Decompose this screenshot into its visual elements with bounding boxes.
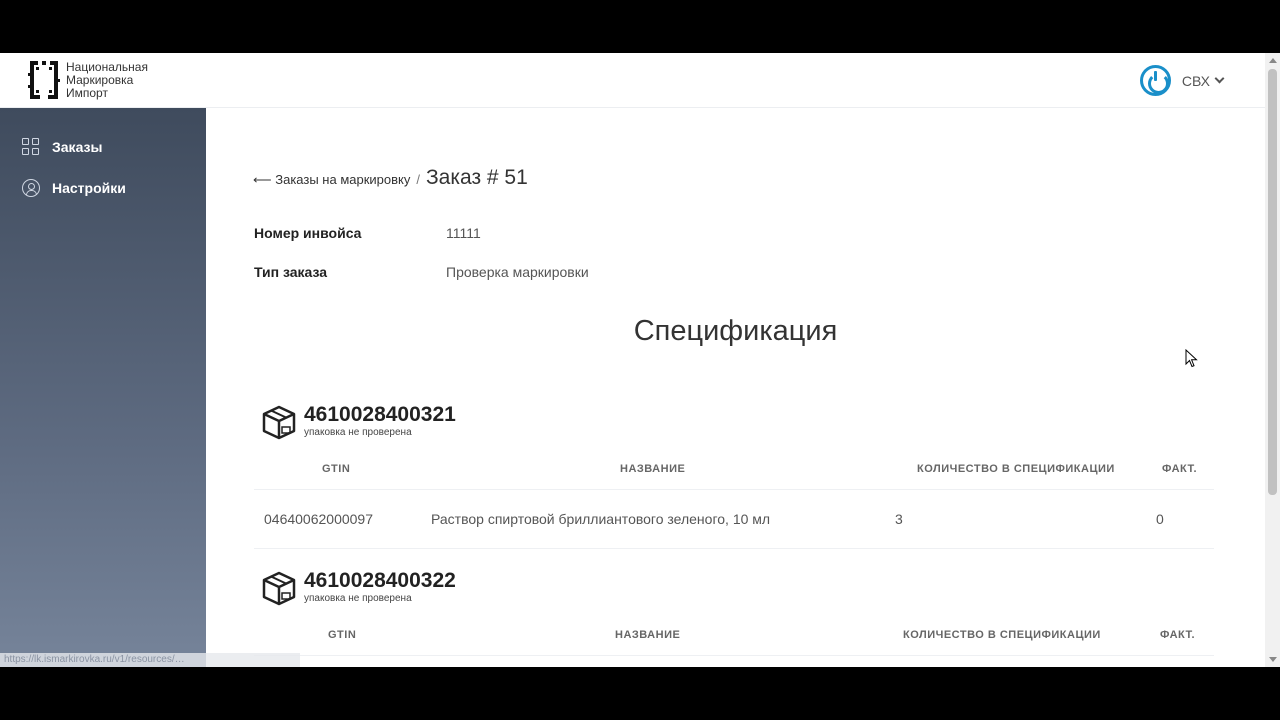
box-header: 4610028400322 упаковка не проверена — [260, 569, 456, 607]
column-header-name: НАЗВАНИЕ — [615, 629, 681, 641]
breadcrumb-separator: / — [416, 172, 420, 187]
logo-line-3: Импорт — [66, 85, 108, 100]
row-divider — [254, 489, 1214, 490]
box-status: упаковка не проверена — [304, 427, 412, 438]
sidebar-item-orders[interactable]: Заказы — [22, 138, 102, 156]
scroll-down-icon[interactable] — [1269, 657, 1277, 662]
breadcrumb-back-link[interactable]: ⟵ Заказы на маркировку — [253, 172, 410, 188]
grid-icon — [22, 138, 40, 156]
row-divider — [254, 548, 1214, 549]
app-window: Национальная Маркировка Импорт СВХ Заказ… — [0, 53, 1280, 667]
row-divider — [254, 655, 1214, 656]
top-header: Национальная Маркировка Импорт СВХ — [0, 53, 1265, 108]
invoice-label: Номер инвойса — [254, 225, 362, 241]
invoice-value: 11111 — [446, 225, 481, 241]
column-header-fact: ФАКТ. — [1160, 629, 1196, 641]
main-content: ⟵ Заказы на маркировку / Заказ # 51 Номе… — [206, 108, 1265, 667]
user-name: СВХ — [1181, 72, 1210, 89]
cell-fact: 0 — [1156, 511, 1164, 527]
logo-text: Национальная Маркировка Импорт — [66, 59, 148, 100]
sidebar-item-label: Настройки — [52, 180, 126, 196]
order-type-value: Проверка маркировки — [446, 264, 589, 280]
mouse-cursor-icon — [1185, 349, 1198, 368]
cell-name: Раствор спиртовой бриллиантового зеленог… — [431, 511, 771, 527]
user-circle-icon — [22, 179, 40, 197]
sidebar-item-settings[interactable]: Настройки — [22, 179, 126, 197]
column-header-gtin: GTIN — [322, 463, 351, 475]
user-menu[interactable]: СВХ — [1139, 65, 1225, 96]
vertical-scrollbar[interactable] — [1265, 53, 1280, 667]
column-header-name: НАЗВАНИЕ — [620, 463, 686, 475]
scroll-up-icon[interactable] — [1269, 58, 1277, 63]
chevron-down-icon — [1214, 73, 1225, 84]
power-icon — [1139, 65, 1171, 96]
box-icon — [262, 571, 296, 606]
sidebar: Заказы Настройки — [0, 108, 206, 667]
logo-line-2: Маркировка — [66, 72, 134, 87]
column-header-qty: КОЛИЧЕСТВО В СПЕЦИФИКАЦИИ — [903, 629, 1101, 641]
logo-mark-icon — [28, 61, 60, 99]
logo[interactable]: Национальная Маркировка Импорт — [28, 59, 148, 101]
box-code: 4610028400321 — [304, 403, 456, 426]
scrollbar-thumb[interactable] — [1268, 69, 1277, 495]
box-code: 4610028400322 — [304, 569, 456, 592]
link-status-bar: https://lk.ismarkirovka.ru/v1/resources/… — [0, 653, 300, 667]
page-title: Заказ # 51 — [426, 166, 528, 189]
column-header-fact: ФАКТ. — [1162, 463, 1198, 475]
column-header-gtin: GTIN — [328, 629, 357, 641]
order-type-label: Тип заказа — [254, 264, 328, 280]
box-status: упаковка не проверена — [304, 593, 412, 604]
box-header: 4610028400321 упаковка не проверена — [260, 403, 456, 441]
logo-line-1: Национальная — [66, 59, 148, 74]
breadcrumb: ⟵ Заказы на маркировку / Заказ # 51 — [253, 166, 528, 190]
column-header-qty: КОЛИЧЕСТВО В СПЕЦИФИКАЦИИ — [917, 463, 1115, 475]
cell-gtin: 04640062000097 — [264, 511, 374, 527]
sidebar-item-label: Заказы — [52, 139, 103, 155]
box-icon — [262, 405, 296, 440]
cell-qty: 3 — [895, 511, 903, 527]
spec-title: Спецификация — [633, 315, 838, 347]
